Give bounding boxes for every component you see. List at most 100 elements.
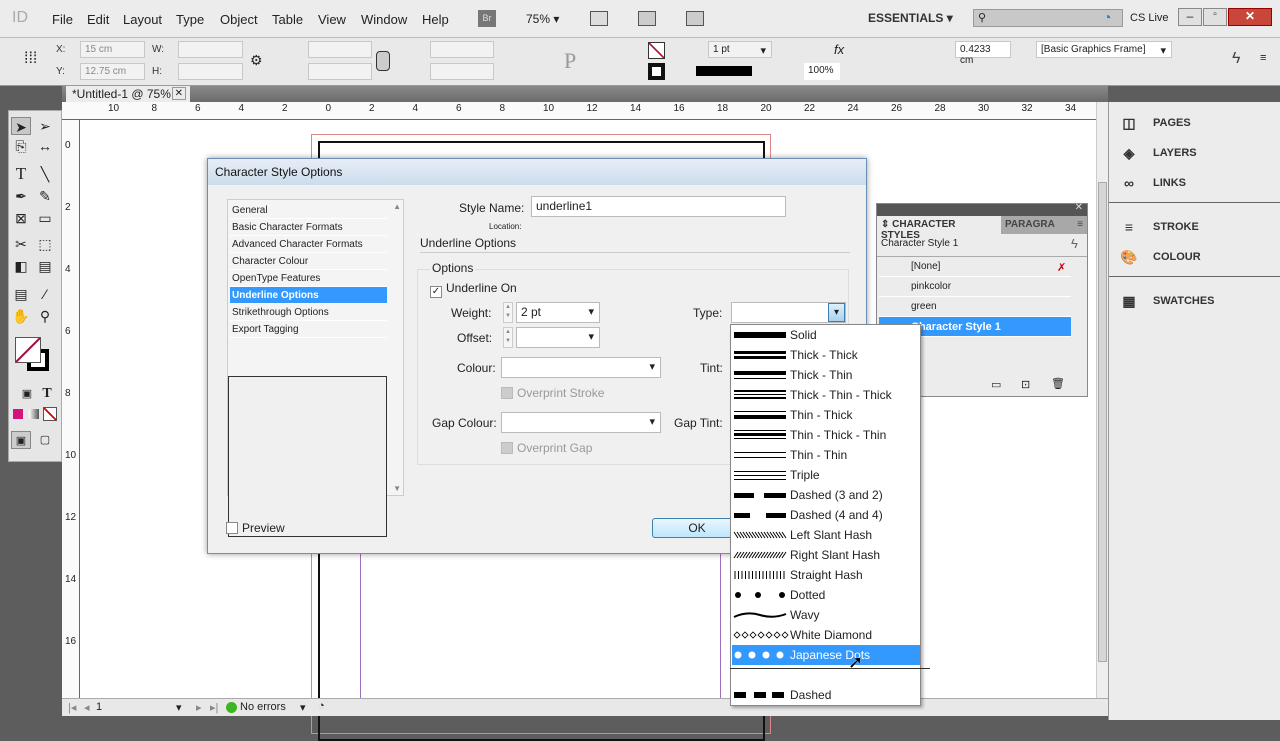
panel-menu-icon[interactable]: ≡ xyxy=(1077,219,1083,230)
help-search-input[interactable]: ⚲ xyxy=(973,9,1123,27)
overprint-gap-checkbox[interactable]: Overprint Gap xyxy=(501,441,592,455)
eyedropper-tool-icon[interactable]: ⁄ xyxy=(35,285,55,303)
type-option[interactable]: Dashed (4 and 4) xyxy=(732,505,920,525)
page-number-field[interactable]: 1 xyxy=(96,701,102,713)
normal-view-icon[interactable]: ▣ xyxy=(11,431,31,449)
new-style-icon[interactable]: ⊡ xyxy=(1021,378,1030,391)
type-option[interactable]: Left Slant Hash xyxy=(732,525,920,545)
type-option[interactable]: Dotted xyxy=(732,585,920,605)
type-option[interactable]: Thin - Thick xyxy=(732,405,920,425)
formatting-text-icon[interactable]: T xyxy=(37,385,57,403)
stroke-swatch-icon[interactable] xyxy=(648,63,665,80)
free-transform-tool-icon[interactable]: ⬚ xyxy=(35,235,55,253)
menu-layout[interactable]: Layout xyxy=(123,12,162,27)
close-panel-icon[interactable]: ✕ xyxy=(1075,202,1083,213)
hand-tool-icon[interactable]: ✋ xyxy=(11,307,31,325)
panel-stroke[interactable]: ≡ STROKE xyxy=(1119,219,1199,235)
menu-file[interactable]: File xyxy=(52,12,73,27)
panel-pages[interactable]: ◫ PAGES xyxy=(1119,115,1190,131)
overprint-stroke-checkbox[interactable]: Overprint Stroke xyxy=(501,386,604,400)
zoom-level-dropdown[interactable]: 75% ▾ xyxy=(526,12,559,26)
y-position-field[interactable]: 12.75 cm xyxy=(80,63,145,80)
fill-color-icon[interactable] xyxy=(15,337,41,363)
category-item[interactable]: Strikethrough Options xyxy=(230,304,387,321)
preview-mode-icon[interactable]: ▢ xyxy=(35,431,55,449)
scrollbar-thumb[interactable] xyxy=(1098,182,1107,662)
apply-color-icon[interactable] xyxy=(13,409,23,419)
workspace-switcher[interactable]: ESSENTIALS ▾ xyxy=(868,11,953,25)
type-option[interactable]: Right Slant Hash xyxy=(732,545,920,565)
type-option[interactable] xyxy=(730,665,930,685)
constrain-proportions-icon[interactable]: ⚙ xyxy=(250,52,263,69)
horizontal-ruler[interactable]: 108642024681012141618202224262830323436 xyxy=(62,102,1120,120)
pencil-tool-icon[interactable]: ✎ xyxy=(35,187,55,205)
direct-selection-tool-icon[interactable]: ➢ xyxy=(35,117,55,135)
weight-dropdown[interactable]: 2 pt xyxy=(516,302,600,323)
type-option[interactable]: Thick - Thin xyxy=(732,365,920,385)
preview-checkbox[interactable]: Preview xyxy=(226,521,285,535)
height-field[interactable] xyxy=(178,63,243,80)
category-item[interactable]: General xyxy=(230,202,387,219)
scissors-tool-icon[interactable]: ✂ xyxy=(11,235,31,253)
tab-character-styles[interactable]: ⇕ CHARACTER STYLES xyxy=(877,216,1001,241)
type-option[interactable]: Solid xyxy=(732,325,920,345)
tab-paragraph-styles[interactable]: PARAGRA ≡ xyxy=(1001,216,1087,234)
quick-apply-icon[interactable]: ϟ xyxy=(1071,236,1078,251)
maximize-button[interactable]: ▫ xyxy=(1203,8,1227,26)
type-option[interactable]: Thin - Thin xyxy=(732,445,920,465)
type-dropdown-arrow-icon[interactable]: ▾ xyxy=(828,303,845,322)
rectangle-frame-tool-icon[interactable]: ⊠ xyxy=(11,209,31,227)
category-list[interactable]: General Basic Character Formats Advanced C… xyxy=(227,199,404,537)
last-page-button[interactable]: ▸| xyxy=(210,701,218,714)
new-style-group-icon[interactable]: ▭ xyxy=(991,378,1001,391)
underline-on-checkbox[interactable]: ✓ Underline On xyxy=(430,281,517,298)
minimize-button[interactable]: – xyxy=(1178,8,1202,26)
menu-help[interactable]: Help xyxy=(422,12,449,27)
formatting-container-icon[interactable]: ▣ xyxy=(17,385,37,403)
panel-swatches[interactable]: ▦ SWATCHES xyxy=(1119,293,1214,309)
stroke-type-dropdown[interactable] xyxy=(696,66,752,76)
open-button-icon[interactable]: ◔ xyxy=(318,700,325,712)
type-option[interactable]: White Diamond xyxy=(732,625,920,645)
type-option[interactable]: Dashed xyxy=(732,685,920,705)
scale-y-field[interactable] xyxy=(308,63,372,80)
category-item[interactable]: Character Colour xyxy=(230,253,387,270)
menu-view[interactable]: View xyxy=(318,12,346,27)
type-option[interactable]: Thick - Thin - Thick xyxy=(732,385,920,405)
apply-gradient-icon[interactable] xyxy=(29,409,39,419)
panel-colour[interactable]: 🎨 COLOUR xyxy=(1119,249,1200,265)
quick-apply-icon[interactable]: ϟ xyxy=(1232,50,1240,68)
first-page-button[interactable]: |◂ xyxy=(68,701,76,714)
rotation-field[interactable] xyxy=(430,41,494,58)
rectangle-tool-icon[interactable]: ▭ xyxy=(35,209,55,227)
dialog-title[interactable]: Character Style Options xyxy=(208,159,866,185)
reference-point-icon[interactable]: ⁞⁞⁞ xyxy=(24,50,37,68)
previous-page-button[interactable]: ◂ xyxy=(84,701,90,714)
stroke-weight-dropdown[interactable]: 1 pt xyxy=(708,41,772,58)
scale-x-field[interactable] xyxy=(308,41,372,58)
offset-dropdown[interactable] xyxy=(516,327,600,348)
width-field[interactable] xyxy=(178,41,243,58)
offset-stepper[interactable]: ▲ ▼ xyxy=(503,327,513,348)
scroll-up-icon[interactable]: ▲ xyxy=(393,202,401,211)
selection-tool-icon[interactable]: ➤ xyxy=(11,117,31,135)
panel-links[interactable]: ∞ LINKS xyxy=(1119,175,1186,191)
arrange-documents-icon[interactable] xyxy=(686,11,704,26)
type-option[interactable]: Straight Hash xyxy=(732,565,920,585)
fill-swatch-icon[interactable] xyxy=(648,42,665,59)
document-tab[interactable]: *Untitled-1 @ 75% ✕ xyxy=(66,86,190,102)
x-position-field[interactable]: 15 cm xyxy=(80,41,145,58)
category-item[interactable]: OpenType Features xyxy=(230,270,387,287)
style-list-item[interactable]: green xyxy=(879,297,1071,317)
object-style-dropdown[interactable]: [Basic Graphics Frame] xyxy=(1036,41,1172,58)
view-options-icon[interactable] xyxy=(638,11,656,26)
panel-menu-icon[interactable]: ≡ xyxy=(1260,52,1266,64)
type-option[interactable]: Wavy xyxy=(732,605,920,625)
gradient-feather-tool-icon[interactable]: ▤ xyxy=(35,257,55,275)
close-window-button[interactable]: ✕ xyxy=(1228,8,1272,26)
category-item[interactable]: Export Tagging xyxy=(230,321,387,338)
pen-tool-icon[interactable]: ✒ xyxy=(11,187,31,205)
cs-live-button[interactable]: CS Live xyxy=(1130,12,1169,24)
effects-icon[interactable]: fx xyxy=(834,42,844,57)
weight-stepper[interactable]: ▲ ▼ xyxy=(503,302,513,323)
